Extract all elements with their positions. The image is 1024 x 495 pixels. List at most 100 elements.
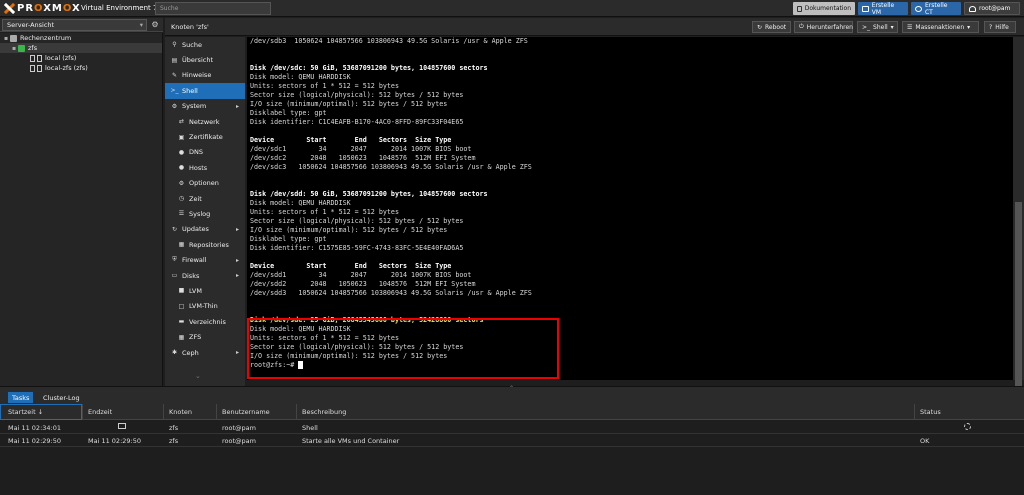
menu-item-hosts[interactable]: ● Hosts bbox=[165, 160, 245, 175]
table-row[interactable]: Mai 11 02:29:50 Mai 11 02:29:50 zfs root… bbox=[0, 434, 1024, 447]
column-description[interactable]: Beschreibung bbox=[302, 408, 346, 420]
tree-item-storage[interactable]: local-zfs (zfs) bbox=[0, 63, 162, 73]
terminal-line: /dev/sdc1 34 2047 2014 1007K BIOS boot bbox=[250, 145, 472, 153]
storage-icon bbox=[30, 54, 35, 62]
terminal-line: /dev/sdd1 34 2047 2014 1007K BIOS boot bbox=[250, 271, 472, 279]
disk-icon: ▭ bbox=[171, 272, 178, 280]
chevron-right-icon[interactable]: ▸ bbox=[236, 103, 239, 110]
book-icon bbox=[797, 5, 802, 12]
menu-item-repositories[interactable]: ▦ Repositories bbox=[165, 237, 245, 252]
chevron-right-icon[interactable]: ▸ bbox=[236, 226, 239, 233]
column-separator bbox=[163, 404, 164, 420]
menu-item-shell[interactable]: >_ Shell bbox=[165, 83, 245, 99]
tab-tasks[interactable]: Tasks bbox=[8, 392, 34, 403]
column-separator bbox=[216, 404, 217, 420]
proxmox-x-icon bbox=[4, 3, 15, 14]
task-tabs: Tasks Cluster-Log bbox=[0, 391, 1024, 404]
terminal-line: I/O size (minimum/optimal): 512 bytes / … bbox=[250, 226, 448, 234]
reload-icon: ↻ bbox=[757, 23, 763, 31]
cell-start: Mai 11 02:29:50 bbox=[8, 437, 61, 445]
menu-item-syslog[interactable]: ☰ Syslog bbox=[165, 206, 245, 221]
tree-item-node[interactable]: ▪ zfs bbox=[0, 43, 162, 53]
menu-item-hinweise[interactable]: ✎ Hinweise bbox=[165, 68, 245, 83]
create-vm-button[interactable]: Erstelle VM bbox=[858, 2, 908, 16]
chevron-down-icon: ▾ bbox=[967, 23, 971, 31]
menu-item-verzeichnis[interactable]: ▬ Verzeichnis bbox=[165, 314, 245, 329]
menu-item-disks[interactable]: ▭ Disks ▸ bbox=[165, 268, 245, 283]
server-view-header: Server-Ansicht ▾ ⚙ bbox=[0, 18, 163, 32]
menu-item-zertifikate[interactable]: ▣ Zertifikate bbox=[165, 129, 245, 144]
menu-item-optionen[interactable]: ⚙ Optionen bbox=[165, 176, 245, 191]
terminal-scrollbar[interactable] bbox=[1013, 37, 1024, 407]
terminal-icon: >_ bbox=[170, 87, 179, 95]
documentation-button[interactable]: Dokumentation bbox=[793, 2, 855, 15]
reboot-button[interactable]: ↻ Reboot bbox=[752, 21, 791, 33]
ceph-icon: ✱ bbox=[171, 349, 178, 356]
menu-item-zeit[interactable]: ◷ Zeit bbox=[165, 191, 245, 206]
server-view-select[interactable]: Server-Ansicht ▾ bbox=[2, 19, 147, 31]
shutdown-button[interactable]: ⏻ Herunterfahren bbox=[794, 21, 853, 33]
table-row[interactable]: Mai 11 02:34:01 zfs root@pam Shell bbox=[0, 421, 1024, 434]
top-bar: PROXMOX Virtual Environment 7.4-3 Suche … bbox=[0, 0, 1024, 17]
proxmox-logo[interactable]: PROXMOX bbox=[4, 2, 81, 14]
certificate-icon: ▣ bbox=[178, 133, 185, 141]
bulk-actions-button[interactable]: ☰ Massenaktionen ▾ bbox=[902, 21, 979, 33]
chevron-down-icon: ▾ bbox=[139, 21, 143, 29]
column-end-time[interactable]: Endzeit bbox=[88, 408, 112, 420]
menu-item-zfs[interactable]: ▦ ZFS bbox=[165, 329, 245, 344]
shell-button[interactable]: >_ Shell ▾ bbox=[857, 21, 898, 33]
console-icon[interactable] bbox=[118, 423, 126, 429]
menu-item-dns[interactable]: ● DNS bbox=[165, 145, 245, 160]
menu-item-suche[interactable]: ⚲ Suche bbox=[165, 37, 245, 52]
menu-item-ceph[interactable]: ✱ Ceph ▸ bbox=[165, 345, 245, 360]
menu-item-updates[interactable]: ↻ Updates ▸ bbox=[165, 222, 245, 237]
summary-icon: ▤ bbox=[171, 56, 178, 64]
user-menu-button[interactable]: root@pam bbox=[964, 2, 1020, 15]
cell-node: zfs bbox=[169, 437, 179, 445]
column-user[interactable]: Benutzername bbox=[222, 408, 270, 420]
scrollbar-thumb[interactable] bbox=[1015, 202, 1022, 407]
chevron-right-icon[interactable]: ▸ bbox=[236, 257, 239, 264]
terminal-line: Sector size (logical/physical): 512 byte… bbox=[250, 217, 464, 225]
chevron-right-icon[interactable]: ▸ bbox=[236, 272, 239, 279]
tab-cluster-log[interactable]: Cluster-Log bbox=[39, 392, 84, 403]
menu-item-lvm[interactable]: ■ LVM bbox=[165, 283, 245, 298]
notes-icon: ✎ bbox=[171, 71, 178, 79]
menu-item-lvm-thin[interactable]: □ LVM-Thin bbox=[165, 299, 245, 314]
highlight-box bbox=[247, 318, 559, 379]
terminal-line: Disk /dev/sdc: 50 GiB, 53687091200 bytes… bbox=[250, 64, 488, 72]
column-start-time[interactable]: Startzeit ↓ bbox=[8, 408, 43, 420]
search-input[interactable]: Suche bbox=[155, 2, 271, 15]
search-icon: ⚲ bbox=[172, 41, 177, 49]
help-button[interactable]: ? Hilfe bbox=[984, 21, 1016, 33]
terminal-line: Disklabel type: gpt bbox=[250, 235, 327, 243]
gear-icon: ⚙ bbox=[178, 179, 185, 187]
terminal-line: /dev/sdc3 1050624 104857566 103806943 49… bbox=[250, 163, 532, 171]
datacenter-icon bbox=[10, 34, 17, 42]
menu-scroll-down-icon[interactable]: ⌄ bbox=[195, 372, 201, 380]
tree-item-datacenter[interactable]: ▪ Rechenzentrum bbox=[0, 33, 162, 43]
collapse-icon[interactable]: ▪ bbox=[10, 45, 18, 52]
gear-icon[interactable]: ⚙ bbox=[150, 20, 160, 30]
column-node[interactable]: Knoten bbox=[169, 408, 192, 420]
tree-item-storage[interactable]: local (zfs) bbox=[0, 53, 162, 63]
menu-item-firewall[interactable]: ⛨ Firewall ▸ bbox=[165, 252, 245, 267]
zfs-icon: ▦ bbox=[178, 333, 185, 341]
menu-item-netzwerk[interactable]: ⇄ Netzwerk bbox=[165, 114, 245, 129]
menu-item-system[interactable]: ⚙ System ▸ bbox=[165, 99, 245, 114]
create-ct-button[interactable]: Erstelle CT bbox=[911, 2, 961, 16]
column-separator bbox=[296, 404, 297, 420]
help-icon: ? bbox=[989, 23, 993, 31]
resource-tree: ▪ Rechenzentrum ▪ zfs local (zfs) local-… bbox=[0, 33, 163, 386]
refresh-icon: ↻ bbox=[171, 225, 178, 233]
cell-description: Shell bbox=[302, 424, 318, 432]
column-status[interactable]: Status bbox=[920, 408, 941, 420]
collapse-icon[interactable]: ▪ bbox=[2, 35, 10, 42]
chevron-right-icon[interactable]: ▸ bbox=[236, 349, 239, 356]
node-online-icon bbox=[18, 44, 25, 52]
terminal-line: Device Start End Sectors Size Type bbox=[250, 262, 452, 270]
menu-item--bersicht[interactable]: ▤ Übersicht bbox=[165, 52, 245, 67]
cube-icon bbox=[915, 5, 922, 12]
